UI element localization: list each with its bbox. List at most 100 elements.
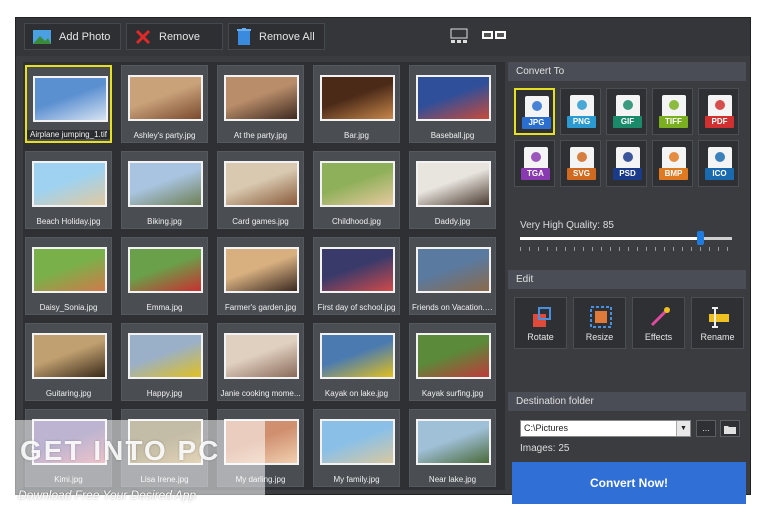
- photo-tile[interactable]: Daddy.jpg: [409, 151, 496, 229]
- rotate-button[interactable]: Rotate: [514, 297, 567, 349]
- add-photo-button[interactable]: Add Photo: [24, 23, 121, 50]
- photo-tile[interactable]: Baseball.jpg: [409, 65, 496, 143]
- photo-tile[interactable]: Beach Holiday.jpg: [25, 151, 112, 229]
- photo-tile[interactable]: Card games.jpg: [217, 151, 304, 229]
- effects-button[interactable]: Effects: [632, 297, 685, 349]
- watermark-tagline: Download Free Your Desired App: [18, 488, 197, 502]
- rotate-label: Rotate: [527, 332, 554, 342]
- browse-button[interactable]: ...: [696, 420, 716, 437]
- images-count: Images: 25: [520, 443, 570, 454]
- photo-tile[interactable]: My family.jpg: [313, 409, 400, 487]
- format-label: GIF: [613, 116, 642, 128]
- photo-filename: Bar.jpg: [344, 131, 369, 140]
- photo-thumbnail: [128, 333, 203, 379]
- format-svg-button[interactable]: SVG: [560, 140, 601, 187]
- photo-tile[interactable]: Biking.jpg: [121, 151, 208, 229]
- photo-filename: Emma.jpg: [146, 303, 183, 312]
- single-view-icon[interactable]: [450, 28, 468, 49]
- photo-tile[interactable]: Kayak on lake.jpg: [313, 323, 400, 401]
- rename-button[interactable]: Rename: [691, 297, 744, 349]
- photo-tile[interactable]: Childhood.jpg: [313, 151, 400, 229]
- photo-thumbnail: [32, 247, 107, 293]
- destination-path-select[interactable]: C:\Pictures ▼: [520, 420, 691, 437]
- photo-thumbnail: [224, 247, 299, 293]
- format-label: BMP: [659, 168, 688, 180]
- format-label: ICO: [705, 168, 734, 180]
- photo-tile[interactable]: Janie cooking mome...: [217, 323, 304, 401]
- quality-label: Very High Quality: 85: [520, 220, 614, 231]
- format-glyph-icon: [573, 97, 591, 113]
- photo-filename: Card games.jpg: [232, 217, 289, 226]
- photo-tile[interactable]: Daisy_Sonia.jpg: [25, 237, 112, 315]
- format-tga-button[interactable]: TGA: [514, 140, 555, 187]
- remove-button[interactable]: Remove: [126, 23, 223, 50]
- convert-now-button[interactable]: Convert Now!: [512, 462, 746, 504]
- resize-icon: [590, 306, 612, 328]
- format-bmp-button[interactable]: BMP: [652, 140, 693, 187]
- photo-thumbnail: [416, 333, 491, 379]
- photo-thumbnail: [33, 76, 108, 122]
- format-glyph-icon: [527, 149, 545, 165]
- format-tiff-button[interactable]: TIFF: [652, 88, 693, 135]
- photo-tile[interactable]: Guitaring.jpg: [25, 323, 112, 401]
- format-glyph-icon: [711, 149, 729, 165]
- chevron-down-icon[interactable]: ▼: [676, 421, 690, 436]
- watermark-logo: GET INTO PC: [20, 435, 221, 466]
- photo-thumbnail: [128, 161, 203, 207]
- format-ico-button[interactable]: ICO: [698, 140, 739, 187]
- format-pdf-button[interactable]: PDF: [698, 88, 739, 135]
- photo-tile[interactable]: Happy.jpg: [121, 323, 208, 401]
- photo-tile[interactable]: Kayak surfing.jpg: [409, 323, 496, 401]
- photo-tile[interactable]: Emma.jpg: [121, 237, 208, 315]
- photo-filename: Kayak on lake.jpg: [324, 389, 389, 398]
- format-label: PNG: [567, 116, 596, 128]
- quality-slider[interactable]: [520, 231, 732, 245]
- format-label: PDF: [705, 116, 734, 128]
- format-glyph-icon: [665, 149, 683, 165]
- format-glyph-icon: [619, 97, 637, 113]
- format-png-button[interactable]: PNG: [560, 88, 601, 135]
- convert-to-header: Convert To: [508, 62, 746, 81]
- quality-slider-thumb[interactable]: [697, 231, 705, 245]
- effects-wand-icon: [650, 307, 670, 327]
- photo-filename: Guitaring.jpg: [45, 389, 92, 398]
- view-switcher: [450, 28, 506, 49]
- rename-icon: [709, 307, 729, 328]
- open-folder-button[interactable]: [720, 420, 740, 437]
- remove-all-label: Remove All: [259, 30, 315, 43]
- photo-thumbnail: [320, 333, 395, 379]
- photo-tile[interactable]: Bar.jpg: [313, 65, 400, 143]
- photo-thumbnail: [320, 247, 395, 293]
- effects-label: Effects: [644, 332, 673, 342]
- destination-path: C:\Pictures: [524, 423, 569, 433]
- photo-tile[interactable]: Farmer's garden.jpg: [217, 237, 304, 315]
- photo-tile[interactable]: Ashley's party.jpg: [121, 65, 208, 143]
- photo-filename: Childhood.jpg: [332, 217, 381, 226]
- format-psd-button[interactable]: PSD: [606, 140, 647, 187]
- quality-ticks: [520, 247, 732, 251]
- photo-filename: Friends on Vacation.jpg: [412, 303, 495, 312]
- format-glyph-icon: [573, 149, 591, 165]
- remove-all-button[interactable]: Remove All: [228, 23, 325, 50]
- photo-tile[interactable]: Airplane jumping_1.tif: [25, 65, 112, 143]
- photo-filename: Beach Holiday.jpg: [36, 217, 101, 226]
- photo-filename: Happy.jpg: [146, 389, 183, 398]
- photo-filename: At the party.jpg: [233, 131, 288, 140]
- photo-thumbnail: [320, 75, 395, 121]
- format-jpg-button[interactable]: JPG: [514, 88, 555, 135]
- format-gif-button[interactable]: GIF: [606, 88, 647, 135]
- grid-view-icon[interactable]: [482, 28, 506, 49]
- rename-label: Rename: [700, 332, 735, 342]
- photo-tile[interactable]: First day of school.jpg: [313, 237, 400, 315]
- photo-thumbnail: [416, 247, 491, 293]
- resize-button[interactable]: Resize: [573, 297, 626, 349]
- rotate-icon: [533, 307, 551, 327]
- photo-tile[interactable]: Near lake.jpg: [409, 409, 496, 487]
- photo-thumbnail: [416, 161, 491, 207]
- folder-icon: [724, 426, 736, 434]
- edit-header: Edit: [508, 270, 746, 289]
- photo-tile[interactable]: At the party.jpg: [217, 65, 304, 143]
- photo-tile[interactable]: Friends on Vacation.jpg: [409, 237, 496, 315]
- photo-thumbnail: [320, 161, 395, 207]
- format-label: PSD: [613, 168, 642, 180]
